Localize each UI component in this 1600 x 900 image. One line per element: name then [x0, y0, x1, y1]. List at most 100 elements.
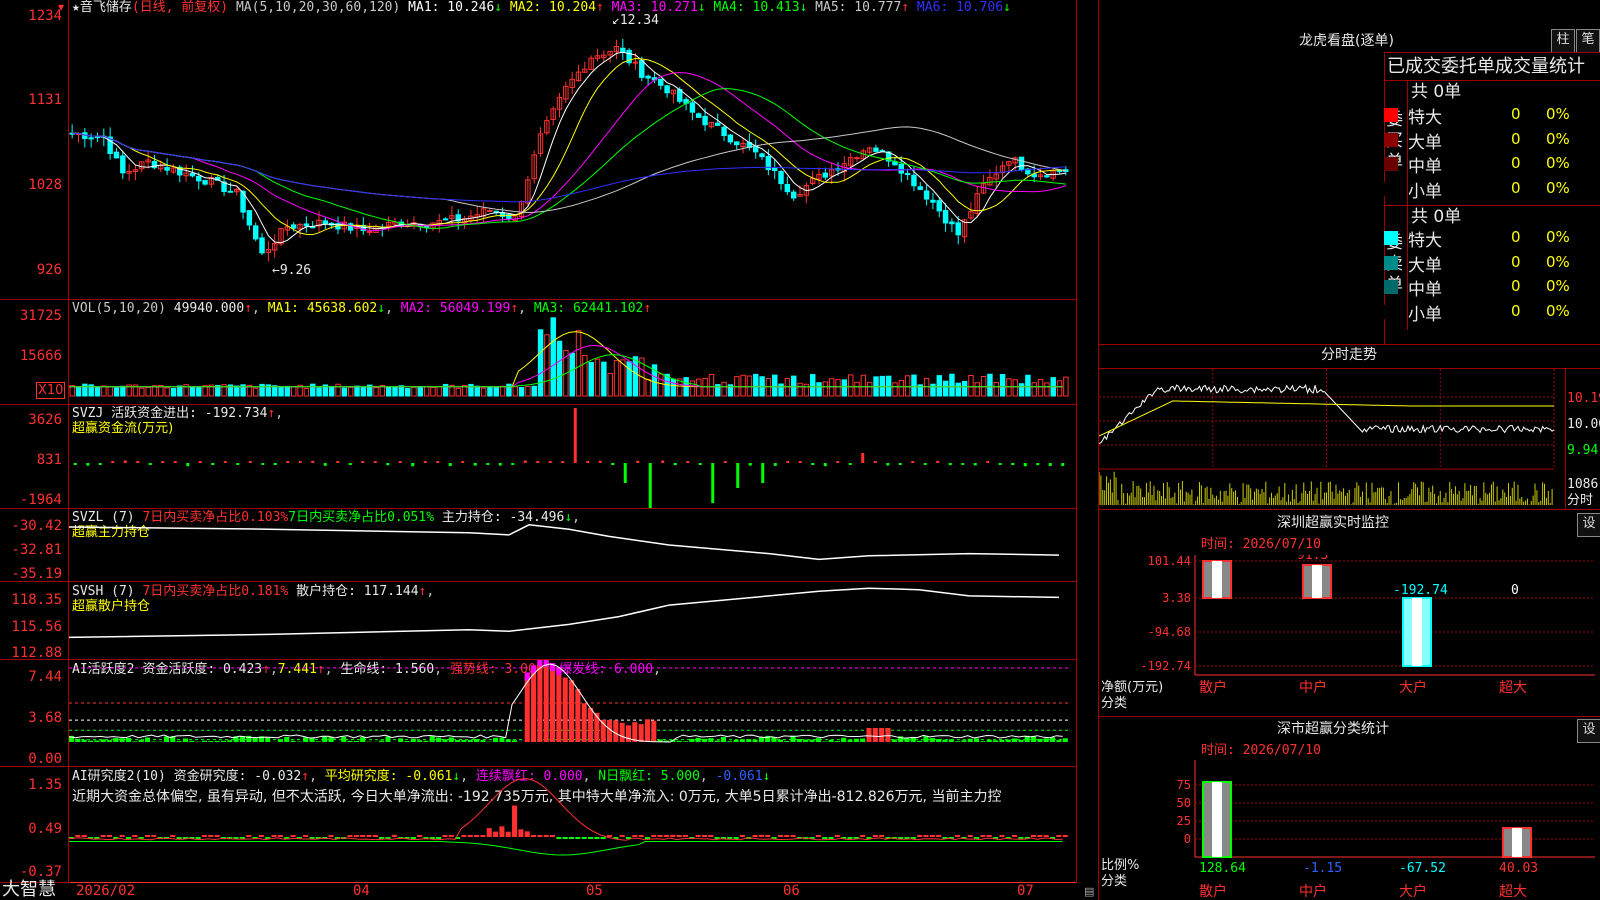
volume-bar	[670, 378, 677, 397]
candle-body	[113, 151, 120, 159]
ai-research-bar	[467, 835, 473, 837]
ai-active-chart[interactable]	[69, 660, 1076, 766]
candle-body	[702, 115, 708, 126]
row-swatch-buy-rows-1	[1384, 132, 1398, 147]
x-axis-line	[70, 882, 1076, 883]
volume-bar	[841, 379, 848, 397]
volume-chart[interactable]	[69, 300, 1076, 404]
volume-bar	[354, 385, 360, 397]
svzj-bar	[1011, 463, 1015, 465]
ai-research-bar	[967, 835, 973, 837]
svzj-bar	[198, 461, 202, 463]
svzj-bar	[1061, 463, 1065, 467]
ai-research-bar	[619, 835, 625, 837]
row-swatch-sell-rows-1	[1384, 255, 1398, 270]
svzj-bar	[398, 461, 402, 463]
volume-bar	[1031, 382, 1037, 397]
svzj-bar	[986, 461, 990, 463]
ai-research-bar	[442, 835, 448, 837]
bar-value-large: -192.74	[1393, 583, 1448, 598]
ai-research-bar	[929, 835, 935, 837]
stock-title: ★音飞储存	[72, 0, 132, 15]
classify-bar-chart[interactable]: 75 50 25 0 128.64 散户 -1.15 中户 -67.52 大户 40.03 超大	[1099, 760, 1600, 900]
candle-body	[854, 157, 860, 160]
ai-research-bar	[303, 835, 309, 837]
row-name-buy-rows-2: 中单	[1408, 157, 1442, 177]
svzj-bar	[723, 461, 727, 463]
row-pct-buy-rows-2: 0%	[1546, 154, 1570, 172]
svzj-bar	[548, 461, 552, 463]
candle-body	[911, 174, 917, 187]
volume-bar	[696, 378, 702, 397]
monitor-bar-chart[interactable]: 101.44 3.38 -94.68 -192.74 101.44 散户 91.3 中户 -19…	[1099, 555, 1600, 695]
right-sidebar: 龙虎看盘(逐单) 柱 笔 已成交委托单成交量统计 委 买 单 共 0单 特大00…	[1098, 0, 1600, 900]
candle-body	[290, 224, 297, 229]
svzj-bar	[261, 463, 265, 465]
candle-body	[734, 141, 740, 146]
ai-active-bar	[461, 739, 467, 742]
volume-bar	[1025, 374, 1031, 397]
ai-research-bar	[474, 835, 480, 837]
volume-bar	[310, 383, 316, 397]
svzj-bar	[348, 463, 352, 465]
volume-bar	[341, 387, 348, 397]
monitor-time: 时间: 2026/07/10	[1201, 537, 1321, 552]
row-swatch-sell-rows-0	[1384, 231, 1398, 245]
volume-bar	[1018, 383, 1025, 397]
ai-research-bar	[999, 835, 1005, 837]
row-swatch-buy-rows-3	[1384, 181, 1398, 196]
candle-body	[189, 173, 196, 177]
ai-active-bar	[423, 740, 429, 742]
volume-bar	[487, 387, 493, 397]
ma-arrow-5: ↑	[901, 0, 910, 15]
intraday-chart[interactable]	[1099, 369, 1565, 508]
monitor-settings-button[interactable]: 设	[1577, 513, 1600, 537]
x-label-1: 2026/02	[76, 883, 136, 899]
ai-research-bar	[505, 831, 511, 837]
ai-active-bar	[828, 739, 834, 742]
volume-bar	[328, 385, 335, 397]
ai-active-bar	[81, 739, 87, 742]
svzj-chart[interactable]	[69, 405, 1076, 508]
volume-bar	[721, 381, 727, 397]
chart-area[interactable]: ★音飞储存(日线, 前复权) MA(5,10,20,30,60,120) MA1…	[0, 0, 1094, 900]
tick-view-button[interactable]: 笔	[1576, 29, 1600, 53]
volume-bar	[955, 382, 962, 397]
volume-bar	[253, 387, 259, 397]
ai-active-bar	[581, 703, 587, 742]
lock-icon[interactable]: ▤	[1084, 885, 1094, 898]
volume-bar	[575, 330, 582, 397]
intraday-vol-label: 1086	[1567, 477, 1599, 492]
candle-body	[664, 85, 670, 94]
column-view-button[interactable]: 柱	[1551, 29, 1575, 53]
classify-settings-button[interactable]: 设	[1577, 719, 1600, 743]
svzj-bar	[923, 463, 927, 465]
ai-active-bar	[94, 740, 100, 742]
candle-body	[1044, 175, 1050, 178]
bar-value-mid: 91.3	[1297, 555, 1328, 563]
ai-active-y-label-3: 0.00	[28, 751, 62, 767]
ai-research-bar	[638, 835, 644, 837]
ai-active-bar	[138, 739, 144, 742]
ai-active-bar	[644, 719, 651, 742]
svzl-y-label-2: -32.81	[11, 542, 62, 558]
volume-bar	[436, 385, 443, 397]
svsh-chart[interactable]	[69, 582, 1076, 659]
ai-active-bar	[891, 739, 897, 742]
svzl-chart[interactable]	[69, 509, 1076, 581]
volume-bar	[588, 361, 594, 397]
ai-research-chart[interactable]	[69, 767, 1076, 882]
ai-active-bar	[543, 660, 549, 742]
volume-bar	[658, 373, 664, 397]
ai-active-bar	[1043, 738, 1049, 742]
ai-research-bar	[739, 835, 745, 837]
candle-body	[196, 175, 202, 182]
volume-bar	[442, 383, 449, 397]
bar-category-mid: 中户	[1299, 679, 1327, 695]
candlestick-chart[interactable]	[69, 16, 1076, 299]
bar-value-large: -67.52	[1399, 861, 1446, 876]
volume-bar	[1044, 382, 1050, 397]
row-value-buy-rows-3: 0	[1511, 178, 1521, 197]
bar-category-super: 超大	[1499, 884, 1527, 900]
ai-active-bar	[208, 741, 214, 742]
